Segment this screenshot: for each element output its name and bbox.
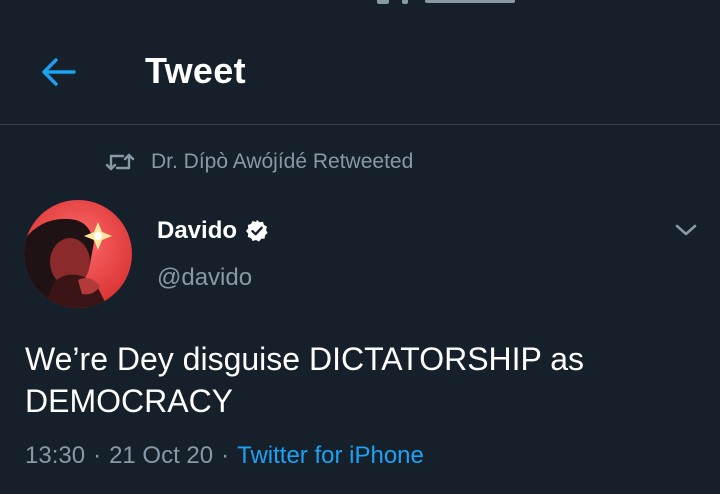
author-display-name: Davido: [157, 217, 238, 244]
retweeted-by-context[interactable]: Dr. Dípò Awójídé Retweeted: [105, 148, 413, 176]
status-icon: [425, 0, 515, 3]
verified-badge-icon: [245, 219, 269, 243]
arrow-left-icon: [42, 58, 76, 86]
author-name-row[interactable]: Davido: [157, 214, 269, 248]
retweeted-by-text: Dr. Dípò Awójídé Retweeted: [151, 150, 414, 173]
back-button[interactable]: [30, 48, 86, 96]
page-title: Tweet: [145, 50, 246, 91]
tweet-text-line: We’re Dey disguise DICTATORSHIP as: [25, 341, 584, 377]
tweet-source-link[interactable]: Twitter for iPhone: [237, 442, 424, 470]
retweet-icon: [105, 150, 137, 174]
avatar-image: [24, 200, 132, 308]
separator: ·: [93, 442, 102, 469]
tweet-time: 13:30: [25, 442, 86, 469]
chevron-down-icon: [675, 224, 697, 236]
tweet-metadata: 13:30 · 21 Oct 20 · Twitter for iPhone: [25, 440, 424, 472]
tweet-text-line: DEMOCRACY: [25, 383, 234, 419]
separator: ·: [221, 442, 230, 469]
tweet-options-button[interactable]: [670, 216, 702, 244]
tweet-date: 21 Oct 20: [109, 442, 214, 469]
avatar[interactable]: [24, 200, 132, 308]
top-app-bar: Tweet: [0, 20, 720, 125]
author-handle[interactable]: @davido: [157, 264, 252, 292]
status-icon: [377, 0, 389, 4]
status-icon: [402, 0, 408, 4]
status-bar: [0, 0, 720, 8]
tweet-text: We’re Dey disguise DICTATORSHIP as DEMOC…: [25, 338, 705, 422]
